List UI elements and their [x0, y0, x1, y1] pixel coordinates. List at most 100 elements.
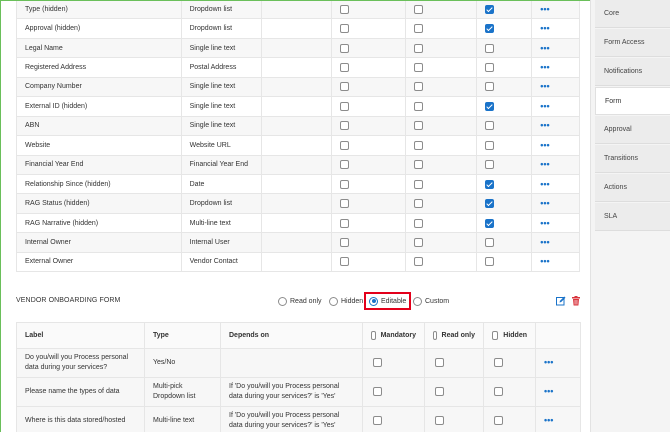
hidden-checkbox[interactable] — [485, 237, 495, 247]
sidebar-item-sla[interactable]: SLA — [595, 203, 670, 231]
mandatory-checkbox[interactable] — [340, 63, 350, 73]
hidden-checkbox[interactable] — [494, 357, 503, 367]
read-only-checkbox[interactable] — [414, 63, 424, 73]
sidebar-item-notifications[interactable]: Notifications — [595, 58, 670, 86]
more-options-icon[interactable]: ••• — [540, 43, 549, 53]
edit-icon[interactable] — [556, 296, 566, 306]
hidden-all-checkbox[interactable] — [492, 331, 499, 340]
hidden-checkbox[interactable] — [485, 121, 495, 131]
more-options-icon[interactable]: ••• — [540, 256, 549, 266]
read-only-checkbox[interactable] — [414, 257, 424, 267]
field-extra — [260, 173, 333, 195]
sidebar-item-actions[interactable]: Actions — [595, 174, 670, 202]
hidden-checkbox[interactable] — [485, 101, 495, 111]
mandatory-checkbox[interactable] — [340, 24, 350, 34]
mandatory-cell — [331, 212, 407, 234]
field-type: Dropdown list — [180, 193, 262, 214]
more-options-icon[interactable]: ••• — [540, 101, 549, 111]
hidden-checkbox[interactable] — [485, 257, 495, 267]
mandatory-cell — [362, 348, 425, 378]
mandatory-checkbox[interactable] — [340, 218, 350, 228]
mandatory-checkbox[interactable] — [340, 179, 350, 189]
hidden-checkbox[interactable] — [485, 24, 495, 34]
read-only-checkbox[interactable] — [414, 218, 424, 228]
read-only-radio[interactable] — [278, 296, 287, 306]
read-only-checkbox[interactable] — [435, 415, 444, 425]
mandatory-checkbox[interactable] — [373, 386, 382, 396]
mandatory-checkbox[interactable] — [340, 199, 350, 209]
hidden-checkbox[interactable] — [485, 140, 495, 150]
mandatory-checkbox[interactable] — [340, 140, 350, 150]
field-extra — [260, 18, 333, 39]
hidden-cell — [476, 18, 533, 39]
mandatory-checkbox[interactable] — [340, 101, 350, 111]
hidden-checkbox[interactable] — [485, 199, 495, 209]
more-options-icon[interactable]: ••• — [540, 81, 549, 91]
mandatory-checkbox[interactable] — [340, 121, 350, 131]
more-options-icon[interactable]: ••• — [544, 386, 553, 396]
hidden-cell — [476, 1, 533, 20]
sidebar-item-form[interactable]: Form — [595, 87, 670, 115]
mandatory-checkbox[interactable] — [340, 82, 350, 92]
more-options-icon[interactable]: ••• — [544, 415, 553, 425]
sidebar-item-form-access[interactable]: Form Access — [595, 29, 670, 57]
more-options-icon[interactable]: ••• — [540, 23, 549, 33]
mandatory-checkbox[interactable] — [373, 415, 382, 425]
hidden-checkbox[interactable] — [485, 63, 495, 73]
custom-radio[interactable] — [413, 296, 422, 306]
mandatory-checkbox[interactable] — [373, 357, 382, 367]
mandatory-checkbox[interactable] — [340, 257, 350, 267]
more-options-icon[interactable]: ••• — [540, 120, 549, 130]
custom-option[interactable]: Custom — [413, 295, 449, 307]
read-only-checkbox[interactable] — [435, 357, 444, 367]
more-options-icon[interactable]: ••• — [540, 218, 549, 228]
read-only-all-checkbox[interactable] — [433, 331, 437, 340]
mandatory-cell — [331, 154, 407, 175]
read-only-checkbox[interactable] — [414, 237, 424, 247]
read-only-option[interactable]: Read only — [278, 295, 322, 307]
mandatory-checkbox[interactable] — [340, 4, 350, 14]
read-only-checkbox[interactable] — [414, 101, 424, 111]
hidden-checkbox[interactable] — [485, 218, 495, 228]
read-only-checkbox[interactable] — [414, 199, 424, 209]
read-only-checkbox[interactable] — [414, 4, 424, 14]
read-only-checkbox[interactable] — [414, 82, 424, 92]
read-only-checkbox[interactable] — [414, 24, 424, 34]
read-only-checkbox[interactable] — [414, 43, 424, 53]
read-only-cell — [424, 348, 484, 378]
hidden-option[interactable]: Hidden — [329, 295, 363, 307]
mandatory-checkbox[interactable] — [340, 160, 350, 170]
field-row: Relationship Since (hidden) Date ••• — [16, 173, 580, 195]
hidden-checkbox[interactable] — [485, 82, 495, 92]
sidebar-item-transitions[interactable]: Transitions — [595, 145, 670, 173]
trash-icon[interactable] — [571, 296, 581, 306]
hidden-radio[interactable] — [329, 296, 338, 306]
hidden-checkbox[interactable] — [485, 160, 495, 170]
read-only-checkbox[interactable] — [414, 121, 424, 131]
more-options-icon[interactable]: ••• — [540, 237, 549, 247]
more-options-icon[interactable]: ••• — [540, 159, 549, 169]
hidden-checkbox[interactable] — [494, 386, 503, 396]
hidden-checkbox[interactable] — [485, 179, 495, 189]
more-options-icon[interactable]: ••• — [540, 198, 549, 208]
sidebar-item-core[interactable]: Core — [595, 0, 670, 28]
mandatory-checkbox[interactable] — [340, 43, 350, 53]
read-only-checkbox[interactable] — [414, 179, 424, 189]
read-only-checkbox[interactable] — [414, 140, 424, 150]
more-options-icon[interactable]: ••• — [540, 140, 549, 150]
sidebar-item-approval[interactable]: Approval — [595, 116, 670, 144]
more-cell: ••• — [531, 37, 580, 59]
more-options-icon[interactable]: ••• — [540, 62, 549, 72]
more-options-icon[interactable]: ••• — [540, 4, 549, 14]
hidden-checkbox[interactable] — [485, 4, 495, 14]
more-options-icon[interactable]: ••• — [544, 357, 553, 367]
hidden-checkbox[interactable] — [485, 43, 495, 53]
field-row: Website Website URL ••• — [16, 135, 580, 156]
hidden-checkbox[interactable] — [494, 415, 503, 425]
mandatory-cell — [331, 173, 407, 195]
more-options-icon[interactable]: ••• — [540, 179, 549, 189]
mandatory-checkbox[interactable] — [340, 237, 350, 247]
mandatory-all-checkbox[interactable] — [371, 331, 376, 340]
read-only-checkbox[interactable] — [414, 160, 424, 170]
read-only-checkbox[interactable] — [435, 386, 444, 396]
